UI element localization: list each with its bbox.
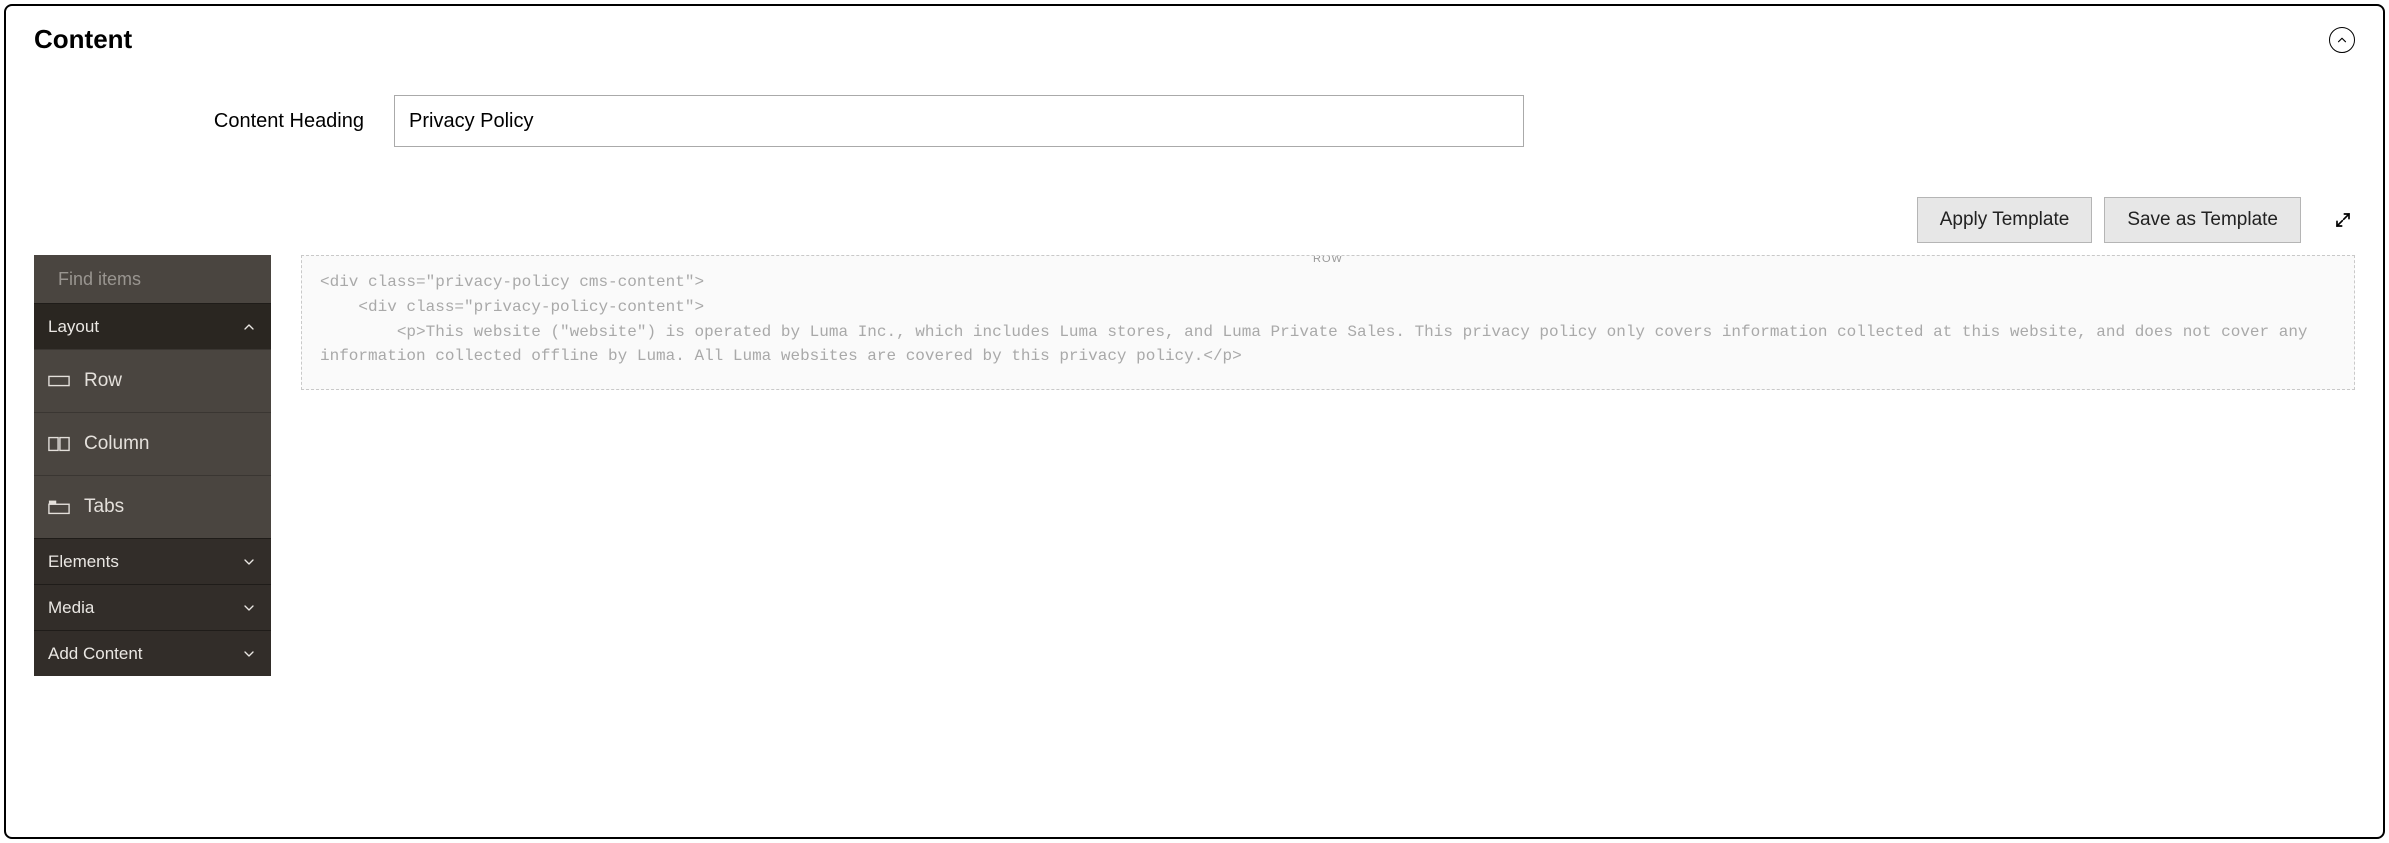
sidebar-search [34, 255, 271, 303]
chevron-down-icon [241, 600, 257, 616]
layout-block-row[interactable]: Row [34, 349, 271, 412]
sidebar-group-label: Media [48, 598, 94, 618]
collapse-toggle-button[interactable] [2329, 27, 2355, 53]
row-badge: ROW [1303, 255, 1353, 265]
sidebar-search-input[interactable] [58, 269, 290, 290]
panel-header: Content [6, 6, 2383, 65]
fullscreen-icon [2335, 212, 2351, 228]
sidebar-group-label: Layout [48, 317, 99, 337]
layout-block-label: Row [84, 370, 122, 392]
html-code-preview: <div class="privacy-policy cms-content">… [320, 270, 2336, 369]
layout-block-label: Column [84, 433, 149, 455]
builder-sidebar: Layout Row Column Tabs Elements [34, 255, 271, 676]
layout-block-tabs[interactable]: Tabs [34, 475, 271, 538]
chevron-up-icon [241, 319, 257, 335]
layout-block-label: Tabs [84, 496, 124, 518]
apply-template-button[interactable]: Apply Template [1917, 197, 2093, 243]
panel-title: Content [34, 24, 132, 55]
chevron-down-icon [241, 646, 257, 662]
sidebar-group-layout[interactable]: Layout [34, 303, 271, 349]
layout-blocks-list: Row Column Tabs [34, 349, 271, 538]
content-heading-label: Content Heading [34, 110, 364, 133]
sidebar-group-add-content[interactable]: Add Content [34, 630, 271, 676]
template-toolbar: Apply Template Save as Template [6, 157, 2383, 255]
builder-canvas[interactable]: ROW <div class="privacy-policy cms-conte… [301, 255, 2355, 390]
fullscreen-button[interactable] [2331, 208, 2355, 232]
content-heading-row: Content Heading [6, 65, 2383, 157]
sidebar-group-label: Elements [48, 552, 119, 572]
sidebar-group-media[interactable]: Media [34, 584, 271, 630]
tabs-icon [48, 496, 70, 518]
save-as-template-button[interactable]: Save as Template [2104, 197, 2301, 243]
sidebar-group-label: Add Content [48, 644, 143, 664]
chevron-up-icon [2335, 33, 2349, 47]
sidebar-group-elements[interactable]: Elements [34, 538, 271, 584]
chevron-down-icon [241, 554, 257, 570]
row-icon [48, 370, 70, 392]
page-builder: Layout Row Column Tabs Elements [6, 255, 2383, 676]
content-heading-input[interactable] [394, 95, 1524, 147]
column-icon [48, 433, 70, 455]
content-panel: Content Content Heading Apply Template S… [4, 4, 2385, 839]
layout-block-column[interactable]: Column [34, 412, 271, 475]
